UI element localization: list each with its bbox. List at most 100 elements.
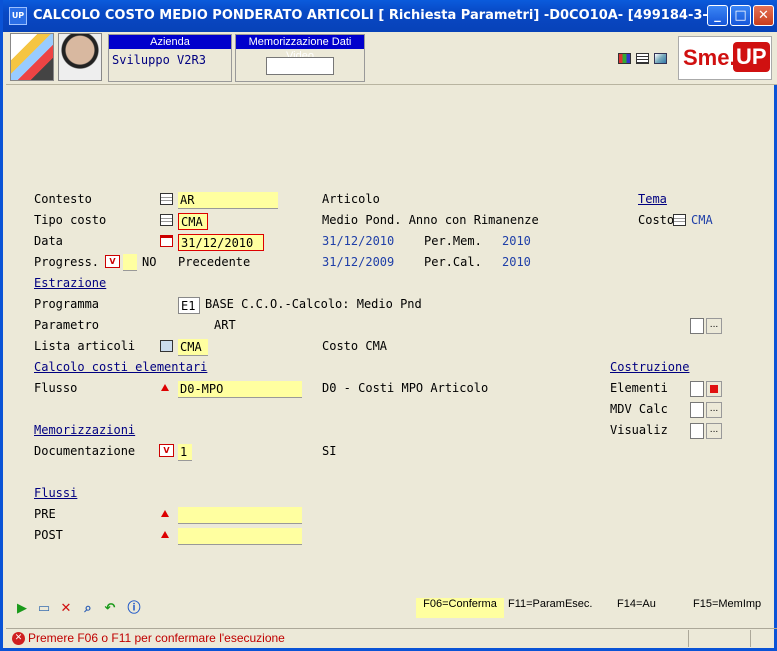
list-icon[interactable] [160, 340, 173, 352]
brand-text-a: Sme. [683, 45, 736, 70]
app-icon[interactable]: UP [9, 7, 27, 25]
data-input[interactable]: 31/12/2010 [178, 234, 264, 251]
f06-conferma-button[interactable]: F06=Conferma [416, 598, 504, 618]
programma-description: BASE C.C.O.-Calcolo: Medio Pnd [205, 297, 422, 311]
close-icon: ✕ [758, 8, 769, 23]
f11-parametri-button[interactable]: F11=ParamEsec. [508, 598, 592, 618]
user-avatar[interactable] [58, 33, 102, 81]
progress-no-text: NO [142, 255, 157, 269]
flusso-input[interactable]: D0-MPO [178, 381, 302, 398]
tema-header: Tema [638, 192, 667, 206]
minimize-button[interactable]: _ [707, 5, 728, 26]
parametro-value: ART [214, 318, 236, 332]
azienda-panel: Azienda Sviluppo V2R3 [108, 34, 232, 82]
progress-input[interactable] [123, 254, 137, 271]
contesto-label: Contesto [34, 192, 92, 206]
visualiz-checkbox[interactable] [690, 423, 704, 439]
tipo-costo-label: Tipo costo [34, 213, 107, 227]
maximize-button[interactable]: □ [730, 5, 751, 26]
status-panel [688, 630, 689, 647]
tema-costo-value: CMA [691, 213, 713, 227]
pre-label: PRE [34, 507, 56, 521]
info-icon[interactable]: ⓘ [126, 601, 142, 617]
memorizzazione-panel: Memorizzazione Dati Video [235, 34, 365, 82]
smeup-app-logo-icon[interactable] [10, 33, 54, 81]
status-bar: ✕ Premere F06 o F11 per confermare l'ese… [6, 628, 777, 649]
elementi-button[interactable] [706, 381, 722, 397]
maximize-icon: □ [734, 8, 747, 23]
costruzione-header: Costruzione [610, 360, 690, 374]
play-icon[interactable]: ▶ [14, 601, 30, 617]
azienda-header: Azienda [109, 35, 231, 49]
documentazione-description: SI [322, 444, 337, 458]
status-panel [750, 630, 751, 647]
colors-icon[interactable] [618, 53, 631, 64]
refresh-icon[interactable]: ▭ [36, 601, 52, 617]
cancel-icon[interactable]: ✕ [58, 601, 74, 617]
post-input[interactable] [178, 528, 302, 545]
post-label: POST [34, 528, 63, 542]
action-bar: ▶ ▭ ✕ ⌕ ↶ ⓘ F06=Conferma F11=ParamEsec. … [6, 596, 777, 624]
azienda-value: Sviluppo V2R3 [112, 53, 206, 67]
data-date-value: 31/12/2010 [322, 234, 395, 248]
precedente-label: Precedente [178, 255, 251, 269]
flusso-description: D0 - Costi MPO Articolo [322, 381, 489, 395]
back-icon[interactable]: ↶ [102, 601, 118, 617]
required-icon [161, 531, 169, 538]
parametro-browse-button[interactable]: ... [706, 318, 722, 334]
tipo-costo-input[interactable]: CMA [178, 213, 208, 230]
title-bar: UP CALCOLO COSTO MEDIO PONDERATO ARTICOL… [3, 0, 777, 32]
per-cal-value: 2010 [502, 255, 531, 269]
documentazione-input[interactable]: 1 [178, 444, 192, 461]
visualiz-browse-button[interactable]: ... [706, 423, 722, 439]
brand-text-b: UP [733, 42, 770, 72]
red-square-icon [710, 385, 718, 393]
help-book-icon[interactable] [654, 53, 667, 64]
progress-label: Progress. [34, 255, 100, 269]
mdv-calc-browse-button[interactable]: ... [706, 402, 722, 418]
pre-input[interactable] [178, 507, 302, 524]
memorizzazione-input[interactable] [266, 57, 334, 75]
minimize-icon: _ [714, 8, 721, 23]
close-button[interactable]: ✕ [753, 5, 774, 26]
table-lookup-icon[interactable] [160, 193, 173, 205]
data-label: Data [34, 234, 63, 248]
value-list-icon[interactable]: V [105, 255, 120, 268]
required-icon [161, 384, 169, 391]
error-icon: ✕ [12, 632, 25, 645]
flussi-header: Flussi [34, 486, 78, 500]
contesto-input[interactable]: AR [178, 192, 278, 209]
mdv-calc-checkbox[interactable] [690, 402, 704, 418]
memorizzazione-header: Memorizzazione Dati Video [236, 35, 364, 62]
parametro-checkbox[interactable] [690, 318, 704, 334]
calcolo-header: Calcolo costi elementari [34, 360, 208, 374]
flusso-label: Flusso [34, 381, 78, 395]
parameters-form: Contesto AR Articolo Tema Tipo costo CMA… [6, 86, 777, 586]
calendar-icon[interactable] [160, 235, 173, 247]
lista-articoli-description: Costo CMA [322, 339, 388, 353]
required-icon [161, 510, 169, 517]
search-icon[interactable]: ⌕ [80, 601, 96, 617]
memorizzazioni-header: Memorizzazioni [34, 423, 136, 437]
estrazione-header: Estrazione [34, 276, 107, 290]
tema-costo-label: Costo [638, 213, 675, 227]
table-lookup-icon[interactable] [673, 214, 686, 226]
f14-au-button[interactable]: F14=Au [617, 598, 656, 618]
documentazione-label: Documentazione [34, 444, 136, 458]
value-list-icon[interactable]: V [159, 444, 174, 457]
precedente-date-value: 31/12/2009 [322, 255, 395, 269]
smeup-brand-logo: Sme. UP [678, 36, 772, 80]
visualiz-label: Visualiz [610, 423, 668, 437]
per-mem-value: 2010 [502, 234, 531, 248]
f15-memimp-button[interactable]: F15=MemImp [693, 598, 761, 618]
lista-articoli-label: Lista articoli [34, 339, 136, 353]
programma-code-input[interactable]: E1 [178, 297, 200, 314]
status-message: Premere F06 o F11 per confermare l'esecu… [28, 631, 285, 645]
document-icon[interactable] [636, 53, 649, 64]
window-title: CALCOLO COSTO MEDIO PONDERATO ARTICOLI [… [33, 8, 723, 23]
contesto-description: Articolo [322, 192, 380, 206]
table-lookup-icon[interactable] [160, 214, 173, 226]
elementi-checkbox[interactable] [690, 381, 704, 397]
programma-label: Programma [34, 297, 100, 311]
lista-articoli-input[interactable]: CMA [178, 339, 208, 356]
